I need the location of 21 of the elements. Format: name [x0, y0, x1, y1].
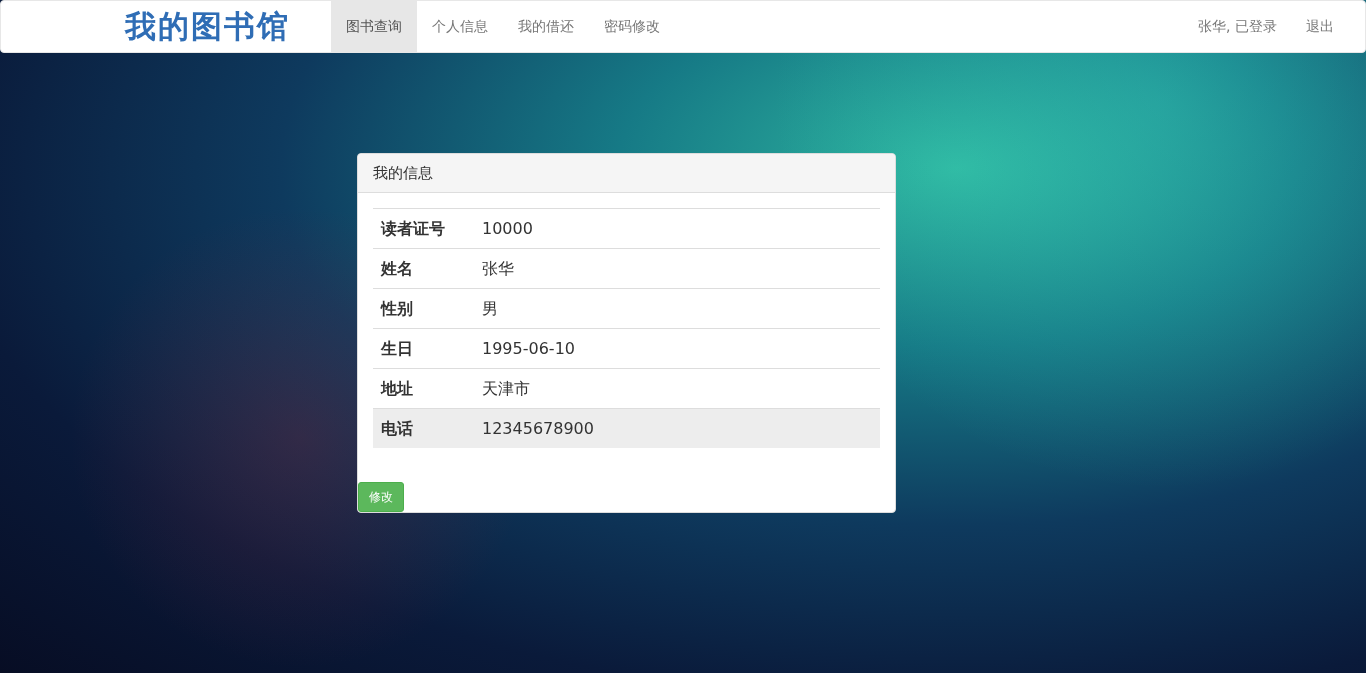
site-logo: 我的图书馆: [125, 7, 291, 47]
user-status: 张华, 已登录: [1198, 17, 1277, 36]
field-label: 读者证号: [379, 217, 446, 240]
nav-tab[interactable]: 密码修改: [589, 1, 675, 52]
nav-tab[interactable]: 图书查询: [331, 1, 417, 52]
logout-link[interactable]: 退出: [1306, 16, 1334, 37]
field-value: 1995-06-10: [482, 337, 575, 360]
nav-tab[interactable]: 个人信息: [417, 1, 503, 52]
field-value: 天津市: [482, 377, 530, 400]
field-value: 张华: [482, 257, 514, 280]
panel-title: 我的信息: [373, 162, 433, 184]
field-label: 地址: [379, 377, 414, 400]
field-label: 电话: [380, 417, 414, 440]
field-label: 性别: [379, 297, 414, 320]
field-label: 生日: [379, 337, 414, 360]
nav-tab[interactable]: 我的借还: [503, 1, 589, 52]
edit-button[interactable]: 修改: [358, 482, 404, 512]
field-value: 10000: [482, 217, 533, 240]
field-label: 姓名: [379, 257, 414, 280]
field-value: 12345678900: [482, 417, 594, 440]
field-value: 男: [482, 297, 498, 320]
